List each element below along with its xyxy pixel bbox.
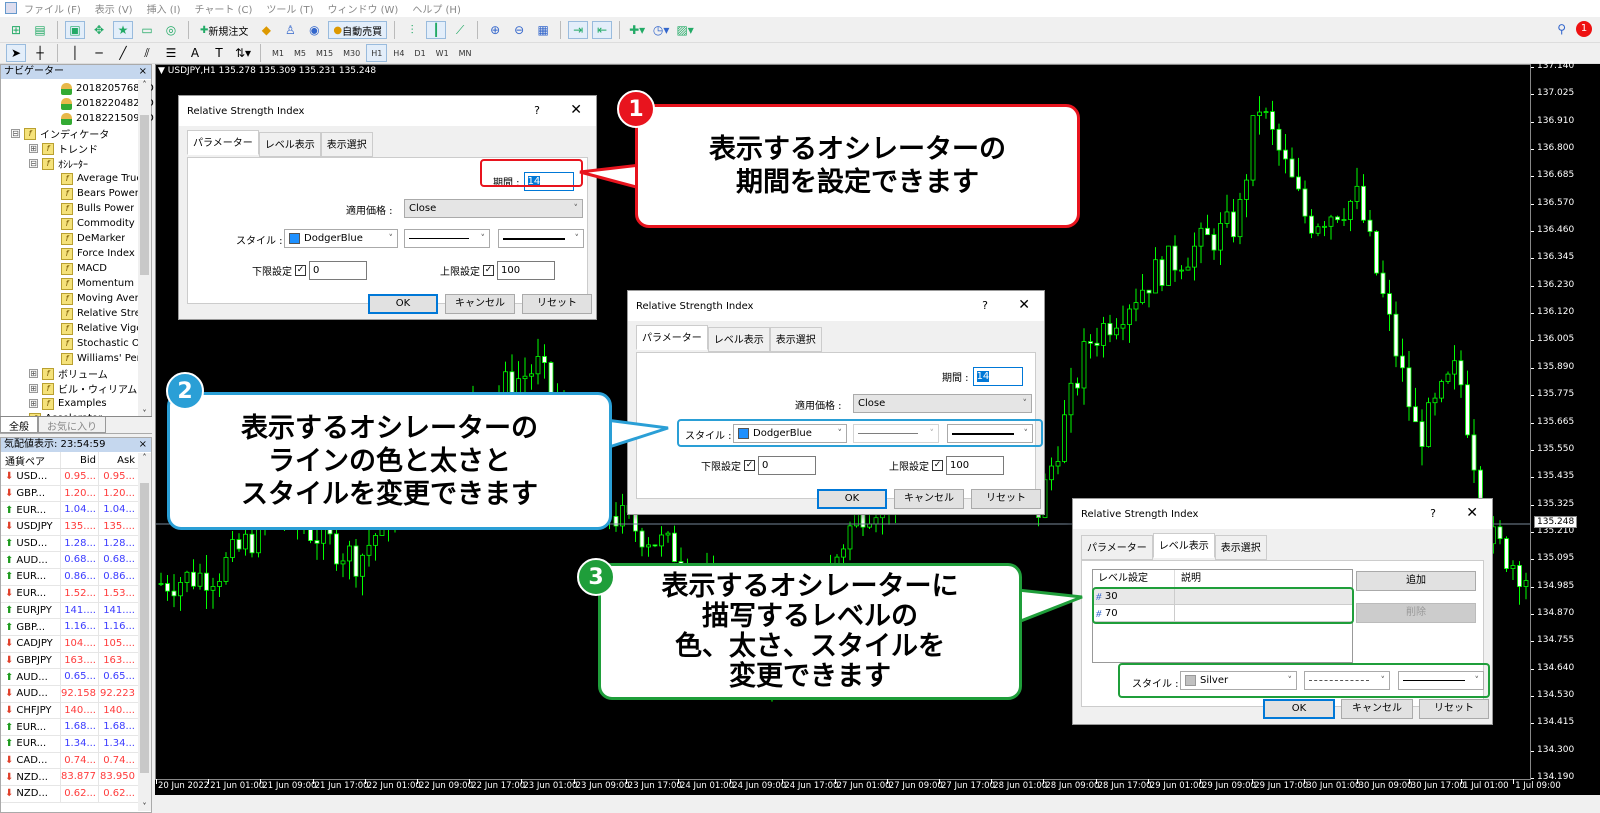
callout-2-badge: 2 [166,372,204,410]
callout-1-badge: 1 [617,90,655,128]
callout-3-pointer [1016,588,1083,625]
callout-3-badge: 3 [577,558,615,596]
period-highlight [480,159,583,187]
callout-1: 表示するオシレーターの 期間を設定できます [635,104,1080,228]
callout-3: 表示するオシレーターに 描写するレベルの 色、太さ、スタイルを 変更できます [598,563,1022,700]
callout-2-pointer [604,418,669,451]
callout-1-pointer [579,163,642,190]
callout-2: 表示するオシレーターの ラインの色と太さと スタイルを変更できます [167,392,612,530]
